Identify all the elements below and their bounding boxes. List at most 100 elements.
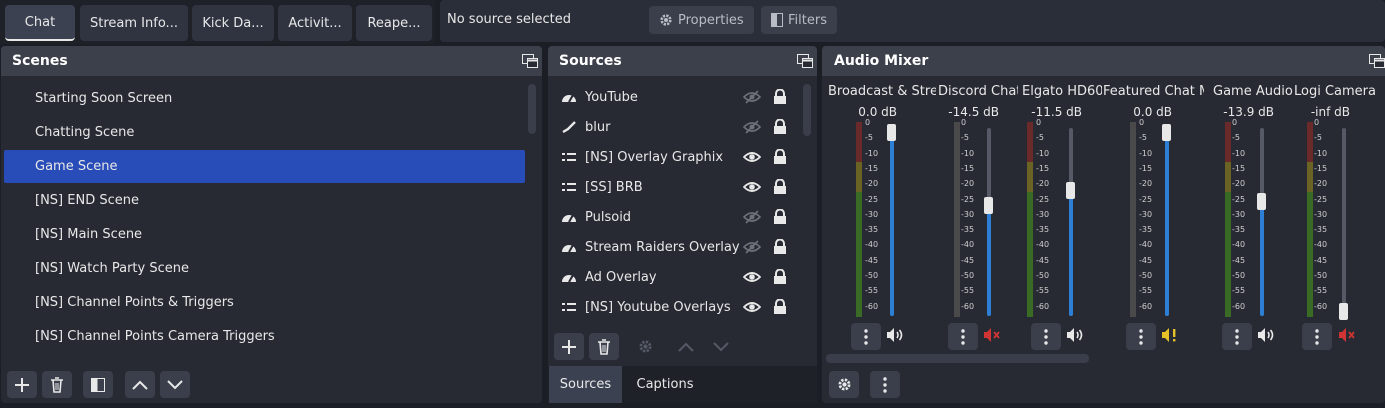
- channel-menu-button[interactable]: [948, 323, 978, 350]
- meter-tick-label: -25: [1139, 194, 1153, 204]
- sources-scrollbar[interactable]: [803, 84, 811, 136]
- mixer-menu-button[interactable]: [870, 371, 900, 398]
- remove-scene-button[interactable]: [42, 371, 72, 398]
- fader-fill: [987, 205, 991, 316]
- chevron-up-icon: [678, 342, 694, 352]
- scene-item-selected[interactable]: Game Scene: [4, 150, 525, 183]
- tab-chat[interactable]: Chat: [5, 5, 75, 41]
- channel-name: Logi Camera: [1294, 84, 1376, 99]
- lock-icon[interactable]: [773, 179, 787, 194]
- channel-menu-button[interactable]: [851, 323, 881, 350]
- fader-handle[interactable]: [1257, 193, 1266, 210]
- add-scene-button[interactable]: [7, 371, 37, 398]
- tab-captions[interactable]: Captions: [626, 366, 704, 403]
- eye-hidden-icon[interactable]: [743, 210, 761, 224]
- fader-handle[interactable]: [1162, 124, 1171, 141]
- add-source-button[interactable]: [554, 333, 584, 360]
- volume-icon[interactable]: [1066, 327, 1084, 343]
- lock-icon[interactable]: [773, 269, 787, 284]
- volume-icon[interactable]: [886, 327, 904, 343]
- filter-icon: [91, 377, 105, 392]
- scene-item[interactable]: [NS] END Scene: [4, 184, 525, 217]
- volume-fader[interactable]: [1257, 128, 1266, 316]
- mixer-settings-button[interactable]: [829, 371, 859, 398]
- lock-icon[interactable]: [773, 119, 787, 134]
- scene-item[interactable]: Starting Soon Screen: [4, 82, 525, 115]
- scene-item[interactable]: [NS] Channel Points Camera Triggers: [4, 320, 525, 353]
- fader-handle[interactable]: [984, 197, 993, 214]
- channel-name: Featured Chat Me: [1103, 84, 1204, 99]
- scene-filters-button[interactable]: [83, 371, 113, 398]
- eye-hidden-icon[interactable]: [743, 120, 761, 134]
- meter-tick-label: -50: [1232, 271, 1246, 280]
- eye-icon[interactable]: [743, 180, 761, 194]
- undock-icon[interactable]: [1369, 54, 1385, 68]
- lock-icon[interactable]: [773, 149, 787, 164]
- kebab-icon: [883, 376, 887, 393]
- eye-icon[interactable]: [743, 270, 761, 284]
- muted-icon[interactable]: [1338, 327, 1356, 343]
- channel-menu-button[interactable]: [1302, 323, 1332, 350]
- tab-sources[interactable]: Sources: [549, 366, 622, 403]
- tab-reaper[interactable]: Reape...: [356, 5, 432, 41]
- scene-item[interactable]: Chatting Scene: [4, 116, 525, 149]
- meter-tick-label: -40: [1314, 240, 1328, 250]
- mixer-scrollbar[interactable]: [826, 354, 1089, 363]
- tab-activity[interactable]: Activit...: [278, 5, 352, 41]
- eye-icon[interactable]: [743, 300, 761, 314]
- undock-icon[interactable]: [522, 54, 538, 68]
- lock-icon[interactable]: [773, 299, 787, 314]
- remove-source-button[interactable]: [589, 333, 619, 360]
- meter-tick-label: -40: [1232, 240, 1246, 250]
- meter-tick-label: -5: [961, 133, 969, 143]
- volume-fader[interactable]: [1066, 128, 1075, 316]
- volume-fader[interactable]: [984, 128, 993, 316]
- channel-menu-button[interactable]: [1222, 323, 1252, 350]
- eye-hidden-icon[interactable]: [743, 90, 761, 104]
- lock-icon[interactable]: [773, 89, 787, 104]
- chevron-down-icon: [167, 379, 183, 389]
- move-source-up-button[interactable]: [671, 333, 701, 360]
- volume-fader[interactable]: [887, 124, 896, 316]
- volume-fader[interactable]: [1162, 124, 1171, 316]
- meter-tick-label: -50: [1036, 271, 1050, 280]
- fader-handle[interactable]: [887, 124, 896, 141]
- scene-item[interactable]: [NS] Main Scene: [4, 218, 525, 251]
- volume-icon[interactable]: [1257, 327, 1275, 343]
- source-name: Ad Overlay: [585, 269, 657, 285]
- tab-kick-dashboard[interactable]: Kick Da...: [192, 5, 274, 41]
- fader-handle[interactable]: [1339, 303, 1348, 320]
- properties-button[interactable]: Properties: [649, 6, 754, 34]
- plus-icon: [562, 339, 576, 354]
- meter-tick-label: -30: [961, 209, 975, 219]
- meter-scale: 0 -5 -10 -15 -20 -25 -30 -35 -40 -45 -50 -55 -60: [865, 118, 889, 317]
- channel-menu-button[interactable]: [1126, 323, 1156, 350]
- eye-hidden-icon[interactable]: [743, 240, 761, 254]
- meter-tick-label: -15: [1314, 163, 1328, 173]
- undock-icon[interactable]: [797, 54, 813, 68]
- muted-icon[interactable]: [983, 327, 1001, 343]
- level-meter: [1307, 122, 1313, 317]
- scene-item[interactable]: [NS] Channel Points & Triggers: [4, 286, 525, 319]
- move-source-down-button[interactable]: [706, 333, 736, 360]
- scene-item[interactable]: [NS] Watch Party Scene: [4, 252, 525, 285]
- lock-icon[interactable]: [773, 239, 787, 254]
- tab-stream-info[interactable]: Stream Info...: [80, 5, 188, 41]
- eye-icon[interactable]: [743, 150, 761, 164]
- browser-icon: [559, 211, 579, 223]
- source-properties-button[interactable]: [630, 333, 660, 360]
- browser-icon: [559, 241, 579, 253]
- meter-tick-label: -20: [865, 179, 879, 189]
- meter-tick-label: -35: [1314, 225, 1328, 235]
- meter-tick-label: -50: [865, 271, 879, 280]
- move-scene-up-button[interactable]: [125, 371, 155, 398]
- fader-handle[interactable]: [1066, 182, 1075, 199]
- lock-icon[interactable]: [773, 209, 787, 224]
- filters-button[interactable]: Filters: [761, 6, 837, 34]
- volume-fader[interactable]: [1339, 128, 1348, 320]
- channel-menu-button[interactable]: [1031, 323, 1061, 350]
- move-scene-down-button[interactable]: [160, 371, 190, 398]
- scenes-scrollbar[interactable]: [528, 84, 536, 134]
- warning-icon[interactable]: [1161, 327, 1179, 343]
- meter-tick-label: -15: [1232, 163, 1246, 173]
